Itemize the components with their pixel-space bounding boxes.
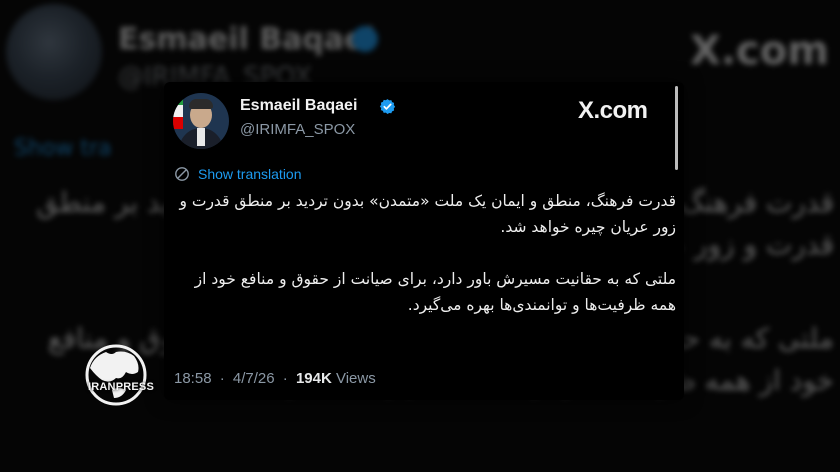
- background-source-label: X.com: [690, 28, 829, 74]
- iranpress-logo-text: IRANPRESS: [88, 381, 154, 393]
- meta-separator-2: ·: [282, 370, 288, 387]
- meta-separator-1: ·: [219, 370, 225, 387]
- tweet-text: قدرت فرهنگ، منطق و ایمان یک ملت «متمدن» …: [174, 188, 676, 318]
- views-label: Views: [335, 370, 376, 387]
- author-name[interactable]: Esmaeil Baqaei: [240, 97, 357, 115]
- tweet-card: Esmaeil Baqaei @IRIMFA_SPOX X.com Show t…: [164, 82, 684, 400]
- background-verified-icon: [352, 26, 378, 52]
- tweet-date[interactable]: 4/7/26: [233, 370, 275, 387]
- background-author-name: Esmaeil Baqaei: [118, 22, 375, 57]
- show-translation-label: Show translation: [198, 166, 302, 182]
- views-count: 194K: [295, 370, 332, 387]
- tweet-paragraph-1: قدرت فرهنگ، منطق و ایمان یک ملت «متمدن» …: [179, 192, 676, 236]
- tweet-meta: 18:58 · 4/7/26 · 194K Views: [174, 370, 376, 387]
- avatar-shirt: [197, 128, 205, 146]
- avatar[interactable]: [173, 93, 229, 149]
- avatar-hair: [189, 99, 213, 109]
- background-avatar: [6, 4, 102, 100]
- tweet-paragraph-2: ملتی که به حقانیت مسیرش باور دارد، برای …: [194, 270, 676, 314]
- flag-green-stripe: [173, 93, 183, 105]
- author-handle[interactable]: @IRIMFA_SPOX: [240, 121, 355, 138]
- flag-white-stripe: [173, 105, 183, 117]
- show-translation-button[interactable]: Show translation: [174, 164, 302, 184]
- translate-icon: [175, 167, 189, 181]
- background-show-translation: Show tra: [14, 136, 112, 161]
- source-label: X.com: [578, 97, 648, 124]
- flag-red-stripe: [173, 117, 183, 129]
- scrollbar[interactable]: [675, 86, 678, 170]
- verified-badge-icon: [379, 99, 396, 114]
- iranpress-logo-icon: [85, 344, 147, 406]
